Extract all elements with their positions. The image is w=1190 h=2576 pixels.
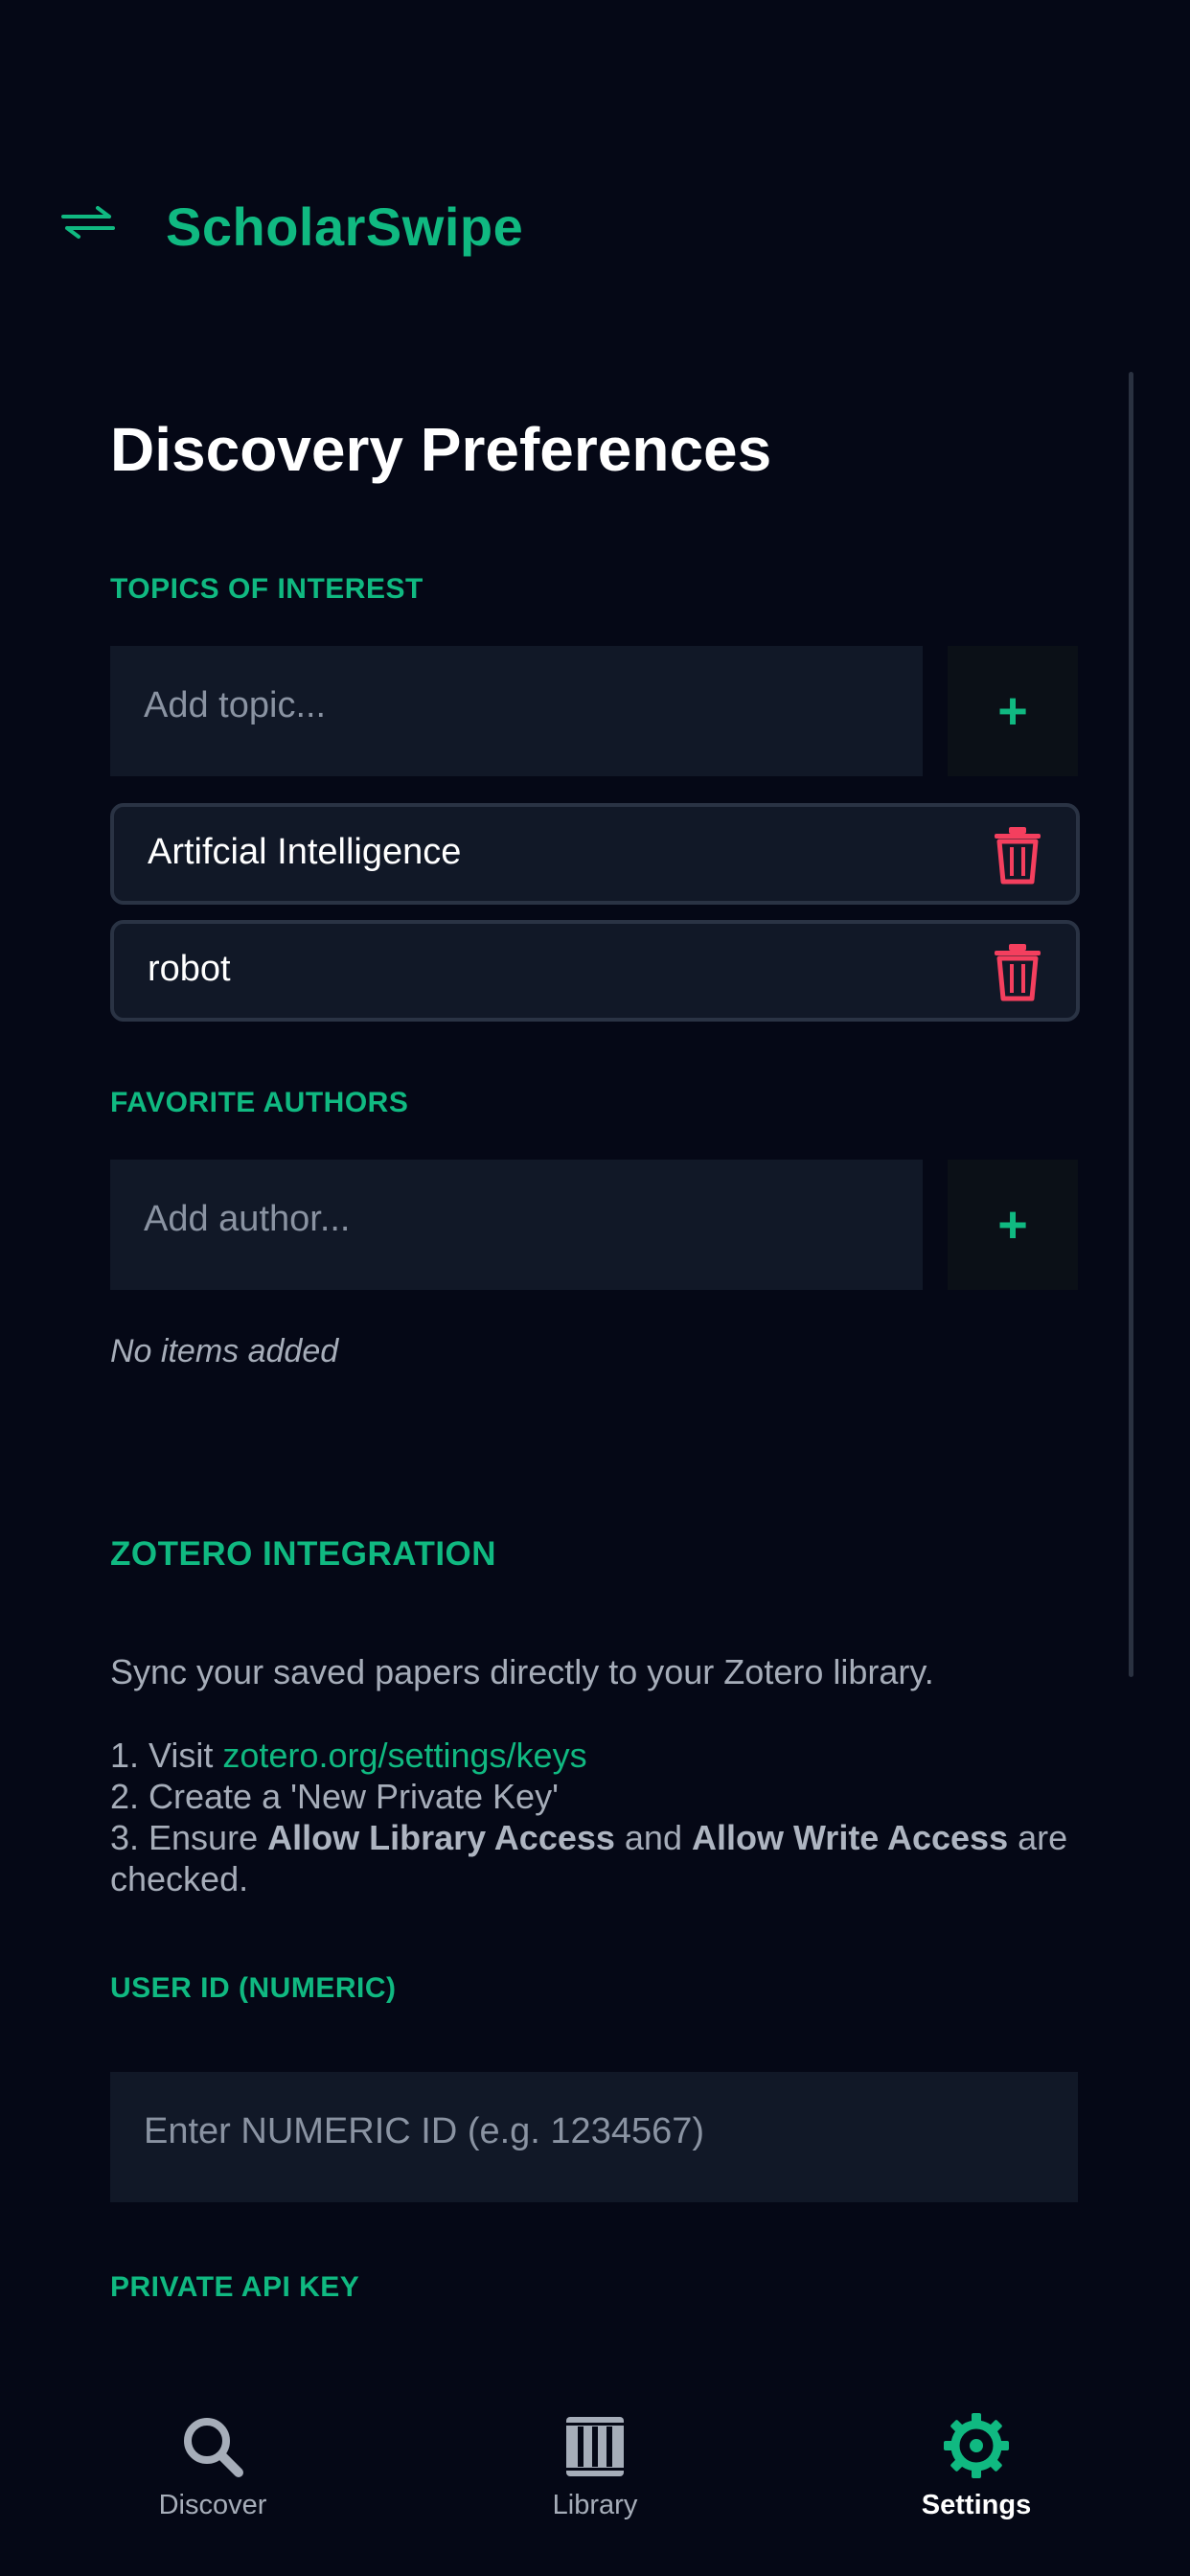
- bottom-nav: Discover Library Settings: [0, 2386, 1190, 2576]
- plus-icon: +: [997, 1196, 1028, 1254]
- scrollbar[interactable]: [1129, 372, 1133, 1677]
- author-input[interactable]: [110, 1160, 923, 1290]
- topics-label: TOPICS OF INTEREST: [110, 573, 423, 605]
- app-title: ScholarSwipe: [166, 196, 524, 257]
- topic-chip: robot: [110, 920, 1080, 1022]
- zotero-step-3: 3. Ensure Allow Library Access and Allow…: [110, 1818, 1068, 1898]
- swap-arrows-icon: [61, 206, 115, 239]
- zotero-instructions: 1. Visit zotero.org/settings/keys 2. Cre…: [110, 1735, 1078, 1899]
- topic-chip-label: robot: [148, 949, 231, 989]
- search-icon: [184, 2418, 243, 2477]
- authors-label: FAVORITE AUTHORS: [110, 1087, 409, 1118]
- zotero-keys-link[interactable]: zotero.org/settings/keys: [222, 1736, 586, 1775]
- app-header: ScholarSwipe: [0, 182, 1190, 268]
- gear-icon: [944, 2413, 1009, 2478]
- nav-discover-label: Discover: [158, 2490, 267, 2520]
- nav-settings[interactable]: Settings: [833, 2386, 1120, 2540]
- add-topic-button[interactable]: +: [948, 646, 1078, 776]
- nav-discover[interactable]: Discover: [69, 2386, 356, 2540]
- plus-icon: +: [997, 682, 1028, 740]
- add-author-button[interactable]: +: [948, 1160, 1078, 1290]
- trash-icon[interactable]: [992, 824, 1043, 886]
- nav-settings-label: Settings: [921, 2490, 1032, 2520]
- zotero-step-1: 1. Visit zotero.org/settings/keys: [110, 1736, 587, 1775]
- user-id-label: USER ID (NUMERIC): [110, 1972, 397, 2004]
- user-id-input[interactable]: [110, 2072, 1078, 2202]
- page-title: Discovery Preferences: [110, 415, 772, 484]
- nav-library[interactable]: Library: [451, 2386, 739, 2540]
- library-icon: [566, 2417, 624, 2476]
- topic-chip-label: Artifcial Intelligence: [148, 832, 462, 872]
- topic-chip: Artifcial Intelligence: [110, 803, 1080, 905]
- trash-icon[interactable]: [992, 941, 1043, 1002]
- app-root: ScholarSwipe Discovery Preferences TOPIC…: [0, 0, 1190, 2576]
- authors-empty-state: No items added: [110, 1333, 339, 1369]
- zotero-label: ZOTERO INTEGRATION: [110, 1535, 497, 1573]
- zotero-description: Sync your saved papers directly to your …: [110, 1652, 934, 1691]
- topic-input[interactable]: [110, 646, 923, 776]
- nav-library-label: Library: [552, 2490, 638, 2520]
- api-key-label: PRIVATE API KEY: [110, 2271, 360, 2303]
- zotero-step-2: 2. Create a 'New Private Key': [110, 1777, 559, 1816]
